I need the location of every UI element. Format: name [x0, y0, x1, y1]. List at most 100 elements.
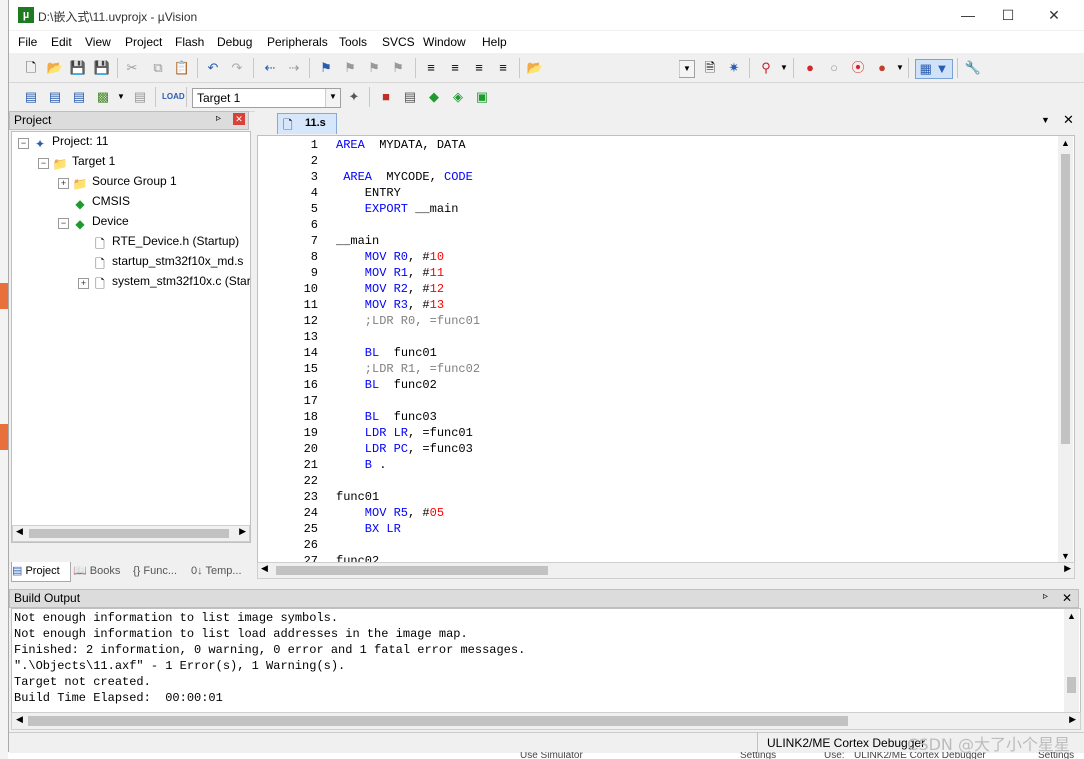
copy-icon[interactable]: ⧉	[149, 59, 167, 77]
code-line[interactable]: 24 MOV R5, #05	[258, 506, 1058, 522]
code-line[interactable]: 5 EXPORT __main	[258, 202, 1058, 218]
uncomment-icon[interactable]: ≡	[494, 59, 512, 77]
menu-file[interactable]: File	[18, 35, 37, 49]
indent-icon[interactable]: ≡	[422, 59, 440, 77]
tree-item-cmsis[interactable]: ◆ CMSIS	[72, 194, 130, 212]
code-line[interactable]: 6	[258, 218, 1058, 234]
code-line[interactable]: 17	[258, 394, 1058, 410]
build-icon[interactable]: ▤	[46, 88, 64, 106]
chevron-down-icon[interactable]: ▼	[112, 88, 130, 106]
menu-help[interactable]: Help	[482, 35, 507, 49]
code-line[interactable]: 21 B .	[258, 458, 1058, 474]
chevron-down-icon[interactable]: ▼	[775, 59, 793, 77]
tab-functions[interactable]: {} Func...	[133, 562, 189, 581]
scroll-right-icon[interactable]: ▶	[1069, 714, 1076, 725]
menu-svcs[interactable]: SVCS	[382, 35, 415, 49]
code-line[interactable]: 3 AREA MYCODE, CODE	[258, 170, 1058, 186]
prev-bookmark-icon[interactable]: ⚑	[341, 59, 359, 77]
unindent-icon[interactable]: ≡	[446, 59, 464, 77]
code-line[interactable]: 23 func01	[258, 490, 1058, 506]
tree-item-device[interactable]: ◆ Device	[72, 214, 128, 232]
code-line[interactable]: 10 MOV R2, #12	[258, 282, 1058, 298]
editor-tab-11s[interactable]: 🗋 11.s	[277, 113, 337, 134]
menu-edit[interactable]: Edit	[51, 35, 72, 49]
bookmark-icon[interactable]: ⚑	[317, 59, 335, 77]
new-file-icon[interactable]: 🗋	[22, 59, 40, 77]
code-line[interactable]: 8 MOV R0, #10	[258, 250, 1058, 266]
code-line[interactable]: 19 LDR LR, =func01	[258, 426, 1058, 442]
manage-project-items-icon[interactable]: ▤	[401, 88, 419, 106]
tree-item-source-group[interactable]: 📁 Source Group 1	[72, 174, 177, 192]
close-icon[interactable]: ✕	[233, 113, 245, 125]
kill-all-breakpoints-icon[interactable]: ●	[873, 59, 891, 77]
scroll-left-icon[interactable]: ◀	[16, 526, 23, 537]
download-load-icon[interactable]: LOAD	[162, 88, 185, 106]
code-line[interactable]: 12 ;LDR R0, =func01	[258, 314, 1058, 330]
clear-bookmarks-icon[interactable]: ⚑	[389, 59, 407, 77]
tab-project[interactable]: ▤ Project	[11, 562, 71, 582]
window-layout-icon[interactable]: ▦ ▼	[915, 59, 953, 79]
chevron-down-icon[interactable]: ▼	[891, 59, 909, 77]
translate-icon[interactable]: ▤	[22, 88, 40, 106]
disable-all-breakpoints-icon[interactable]: ⦿	[849, 59, 867, 77]
configure-tools-icon[interactable]: 🔧	[964, 59, 982, 77]
code-line[interactable]: 1 AREA MYDATA, DATA	[258, 138, 1058, 154]
scroll-left-icon[interactable]: ◀	[261, 563, 268, 574]
comment-icon[interactable]: ≡	[470, 59, 488, 77]
scroll-left-icon[interactable]: ◀	[16, 714, 23, 725]
insert-breakpoint-icon[interactable]: ●	[801, 59, 819, 77]
code-line[interactable]: 22	[258, 474, 1058, 490]
code-line[interactable]: 14 BL func01	[258, 346, 1058, 362]
expand-icon[interactable]: +	[58, 178, 69, 189]
code-line[interactable]: 18 BL func03	[258, 410, 1058, 426]
scroll-down-icon[interactable]: ▼	[1061, 551, 1070, 561]
tab-books[interactable]: 📖 Books	[73, 562, 129, 581]
menu-view[interactable]: View	[85, 35, 111, 49]
code-line[interactable]: 16 BL func02	[258, 378, 1058, 394]
collapse-icon[interactable]: −	[58, 218, 69, 229]
open-folder-icon[interactable]: 📂	[46, 59, 64, 77]
next-bookmark-icon[interactable]: ⚑	[365, 59, 383, 77]
editor-vertical-scrollbar[interactable]: ▲ ▼	[1058, 136, 1073, 563]
pin-icon[interactable]: ▹	[1043, 591, 1048, 602]
menu-project[interactable]: Project	[125, 35, 162, 49]
navigate-back-icon[interactable]: ⇠	[261, 59, 279, 77]
code-line[interactable]: 2	[258, 154, 1058, 170]
code-line[interactable]: 26	[258, 538, 1058, 554]
close-icon[interactable]: ✕	[1062, 591, 1072, 605]
cut-icon[interactable]: ✂	[123, 59, 141, 77]
code-line[interactable]: 9 MOV R1, #11	[258, 266, 1058, 282]
editor-horizontal-scrollbar[interactable]: ◀ ▶	[257, 562, 1075, 579]
find-in-files-icon[interactable]: 📂	[526, 59, 544, 77]
close-file-icon[interactable]: ✕	[1063, 112, 1074, 128]
tree-item-target[interactable]: 📁 Target 1	[52, 154, 116, 172]
menu-debug[interactable]: Debug	[217, 35, 252, 49]
collapse-icon[interactable]: −	[38, 158, 49, 169]
incremental-find-icon[interactable]: ✷	[725, 59, 743, 77]
navigate-forward-icon[interactable]: ⇢	[285, 59, 303, 77]
tree-item-file[interactable]: 🗋 system_stm32f10x.c (Startup)	[92, 274, 250, 292]
tab-templates[interactable]: 0↓ Temp...	[191, 562, 249, 581]
find-combo[interactable]: ▼	[679, 60, 695, 78]
redo-icon[interactable]: ↷	[228, 59, 246, 77]
code-line[interactable]: 11 MOV R3, #13	[258, 298, 1058, 314]
tree-item-file[interactable]: 🗋 RTE_Device.h (Startup)	[92, 234, 239, 252]
scroll-right-icon[interactable]: ▶	[1064, 563, 1071, 574]
tab-list-chevron-icon[interactable]: ▼	[1041, 115, 1050, 125]
stop-build-icon[interactable]: ▤	[131, 88, 149, 106]
pack-installer-icon[interactable]: ▣	[473, 88, 491, 106]
save-icon[interactable]: 💾	[69, 59, 87, 77]
scrollbar-thumb[interactable]	[276, 566, 548, 575]
menu-tools[interactable]: Tools	[339, 35, 367, 49]
close-button[interactable]: ✕	[1031, 0, 1077, 30]
options-for-target-icon[interactable]: ✦	[345, 88, 363, 106]
paste-icon[interactable]: 📋	[173, 59, 191, 77]
build-horizontal-scrollbar[interactable]: ◀ ▶	[11, 712, 1081, 730]
expand-icon[interactable]: +	[78, 278, 89, 289]
menu-flash[interactable]: Flash	[175, 35, 204, 49]
scrollbar-thumb[interactable]	[1067, 677, 1076, 693]
code-line[interactable]: 4 ENTRY	[258, 186, 1058, 202]
code-line[interactable]: 7 __main	[258, 234, 1058, 250]
rebuild-icon[interactable]: ▤	[70, 88, 88, 106]
maximize-button[interactable]: ☐	[985, 0, 1031, 30]
